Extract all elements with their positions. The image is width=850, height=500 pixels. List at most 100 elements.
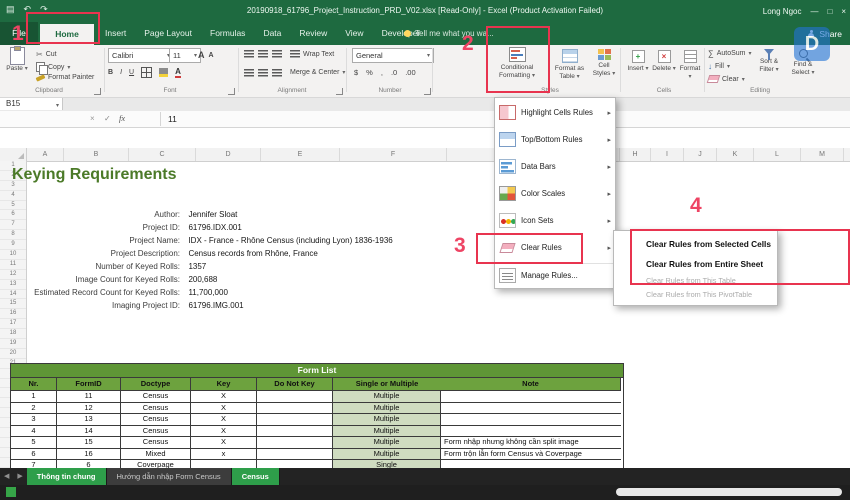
info-row[interactable]: Project Name: IDX - France - Rhône Censu… <box>0 230 392 245</box>
cell-note[interactable] <box>441 402 621 414</box>
insert-cells-button[interactable]: + Insert ▾ <box>626 50 650 73</box>
formula-value[interactable]: 11 <box>168 114 177 124</box>
cell-key[interactable]: x <box>191 448 257 460</box>
cell-nr[interactable]: 6 <box>11 448 57 460</box>
save-icon[interactable]: ▤ <box>6 4 15 15</box>
ribbon-tab[interactable]: Review <box>290 22 336 45</box>
cell-formid[interactable]: 14 <box>57 425 121 437</box>
clear-button[interactable]: Clear ▾ <box>706 75 745 83</box>
column-header[interactable]: M <box>801 148 844 161</box>
cell-formid[interactable]: 11 <box>57 391 121 403</box>
menu-item[interactable]: Color Scales ▸ <box>495 180 615 207</box>
menu-item[interactable]: Highlight Cells Rules ▸ <box>495 99 615 126</box>
form-list-header-cell[interactable]: Nr. <box>11 378 57 391</box>
align-left-icon[interactable] <box>244 69 254 77</box>
cell-doctype[interactable]: Census <box>121 402 191 414</box>
redo-icon[interactable]: ↷ <box>40 4 48 15</box>
cell-styles-button[interactable]: Cell Styles ▾ <box>590 49 618 78</box>
submenu-item[interactable]: Clear Rules from This Table <box>614 274 777 288</box>
conditional-formatting-button[interactable]: Conditional Formatting ▾ <box>488 47 546 80</box>
cell-nr[interactable]: 1 <box>11 391 57 403</box>
form-list-header-cell[interactable]: Note <box>441 378 621 391</box>
select-all-corner[interactable] <box>0 148 27 161</box>
enter-icon[interactable]: ✓ <box>104 114 111 123</box>
form-list-header-cell[interactable]: Do Not Key <box>257 378 333 391</box>
info-row[interactable]: Project ID: 61796.IDX.001 <box>0 217 393 232</box>
cell-key[interactable]: X <box>191 402 257 414</box>
grow-font-button[interactable]: A <box>198 50 205 60</box>
font-color-icon[interactable]: A <box>175 67 181 78</box>
menu-item[interactable]: Manage Rules... ▸ <box>495 263 615 287</box>
column-header[interactable]: I <box>651 148 684 161</box>
sheet-nav-left-icon[interactable]: ◀ <box>0 468 13 485</box>
paste-button[interactable]: Paste ▾ <box>2 46 32 73</box>
form-list-header-cell[interactable]: Doctype <box>121 378 191 391</box>
cell-single-multiple[interactable]: Multiple <box>333 448 441 460</box>
column-header[interactable]: B <box>64 148 129 161</box>
cell-key[interactable]: X <box>191 425 257 437</box>
info-row[interactable]: Author: Jennifer Sloat <box>0 204 393 219</box>
cell-formid[interactable]: 13 <box>57 414 121 426</box>
underline-button[interactable]: U <box>129 69 134 76</box>
merge-center-button[interactable]: Merge & Center ▾ <box>290 69 345 76</box>
autosum-button[interactable]: ∑ AutoSum ▾ <box>708 49 752 58</box>
cell-key[interactable]: X <box>191 437 257 449</box>
delete-cells-button[interactable]: × Delete ▾ <box>652 50 676 73</box>
font-size-select[interactable]: 11 ▾ <box>169 48 201 63</box>
column-header[interactable]: H <box>620 148 651 161</box>
menu-item[interactable]: Data Bars ▸ <box>495 153 615 180</box>
undo-icon[interactable]: ↶ <box>24 4 32 15</box>
bold-button[interactable]: B <box>108 69 113 76</box>
cell-single-multiple[interactable]: Multiple <box>333 437 441 449</box>
format-as-table-button[interactable]: Format as Table ▾ <box>551 49 588 81</box>
cell-do-not-key[interactable] <box>257 414 333 426</box>
row-header[interactable]: 20 <box>0 349 26 359</box>
restore-button[interactable]: □ <box>827 7 832 16</box>
cell-nr[interactable]: 5 <box>11 437 57 449</box>
cell-doctype[interactable]: Census <box>121 437 191 449</box>
format-cells-button[interactable]: Format ▾ <box>678 50 702 81</box>
percent-icon[interactable]: % <box>366 68 373 77</box>
cell-doctype[interactable]: Census <box>121 414 191 426</box>
cut-button[interactable]: ✂ Cut <box>36 50 57 59</box>
ribbon-tab[interactable]: View <box>336 22 372 45</box>
comma-icon[interactable]: , <box>381 68 383 77</box>
sheet-tab[interactable]: Thông tin chung <box>26 468 107 485</box>
cell-note[interactable] <box>441 391 621 403</box>
cell-nr[interactable]: 3 <box>11 414 57 426</box>
ribbon-tab[interactable]: Insert <box>96 22 135 45</box>
font-name-select[interactable]: Calibri▾ <box>108 48 174 63</box>
cell-doctype[interactable]: Census <box>121 425 191 437</box>
name-box[interactable]: B15 ▾ <box>0 97 63 110</box>
cell-doctype[interactable]: Mixed <box>121 448 191 460</box>
cell-formid[interactable]: 12 <box>57 402 121 414</box>
fill-color-icon[interactable] <box>159 68 169 77</box>
wrap-text-button[interactable]: Wrap Text <box>290 50 334 58</box>
cell-do-not-key[interactable] <box>257 391 333 403</box>
info-row[interactable]: Estimated Record Count for Keyed Rolls: … <box>0 282 393 297</box>
cell-single-multiple[interactable]: Multiple <box>333 425 441 437</box>
decrease-decimal-icon[interactable]: .00 <box>405 68 415 77</box>
copy-button[interactable]: Copy ▾ <box>36 62 70 75</box>
info-row[interactable]: Image Count for Keyed Rolls: 200,688 <box>0 269 393 284</box>
column-header[interactable]: N <box>844 148 850 161</box>
cell-note[interactable]: Form trộn lẫn form Census và Coverpage <box>441 448 621 460</box>
number-format-select[interactable]: General ▾ <box>352 48 434 63</box>
align-middle-icon[interactable] <box>258 50 268 58</box>
form-list-header-cell[interactable]: FormID <box>57 378 121 391</box>
align-top-icon[interactable] <box>244 50 254 58</box>
alignment-dialog-launcher[interactable] <box>336 88 343 95</box>
row-header[interactable]: 4 <box>0 191 26 201</box>
tab-home[interactable]: Home <box>40 24 94 45</box>
column-header[interactable]: F <box>340 148 447 161</box>
fx-icon[interactable]: fx <box>119 113 125 123</box>
clipboard-dialog-launcher[interactable] <box>94 88 101 95</box>
menu-item[interactable]: Top/Bottom Rules ▸ <box>495 126 615 153</box>
submenu-item[interactable]: Clear Rules from Selected Cells <box>614 234 777 254</box>
sort-filter-button[interactable]: Sort & Filter ▾ <box>754 49 784 74</box>
font-dialog-launcher[interactable] <box>228 88 235 95</box>
borders-icon[interactable] <box>141 67 153 78</box>
column-header[interactable]: A <box>27 148 64 161</box>
sheet-tab[interactable]: Hướng dẫn nhập Form Census <box>106 468 232 485</box>
cell-do-not-key[interactable] <box>257 448 333 460</box>
